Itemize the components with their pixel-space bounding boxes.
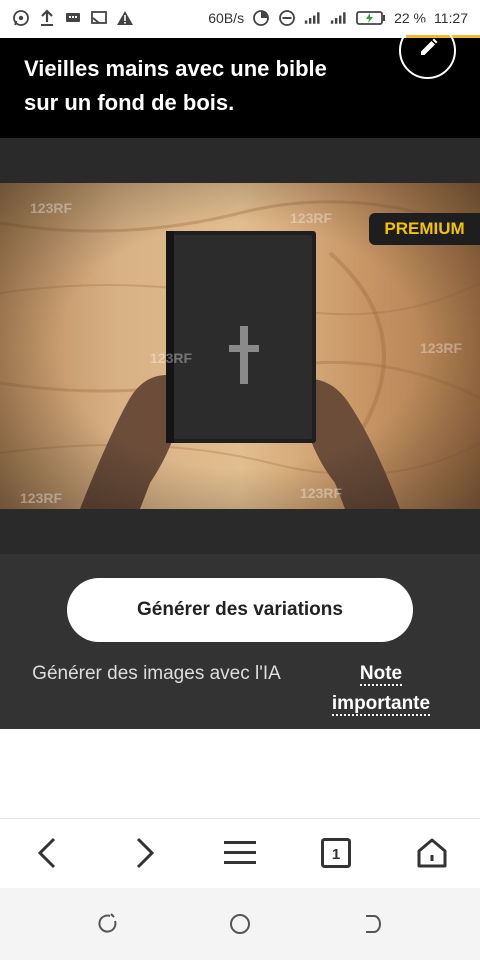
- tab-count: 1: [332, 846, 340, 863]
- important-note-label: Note importante: [331, 663, 431, 716]
- tabs-icon[interactable]: 1: [316, 833, 356, 873]
- cast-icon: [90, 9, 108, 27]
- whatsapp-icon: [12, 9, 30, 27]
- forward-icon[interactable]: [124, 833, 164, 873]
- generate-variations-button[interactable]: Générer des variations: [67, 578, 413, 642]
- recent-icon[interactable]: [94, 910, 122, 938]
- watermark: 123RF: [20, 490, 62, 506]
- home-circle-icon[interactable]: [226, 910, 254, 938]
- menu-icon[interactable]: [220, 833, 260, 873]
- message-icon: [64, 9, 82, 27]
- back-icon[interactable]: [358, 910, 386, 938]
- system-navigation: [0, 888, 480, 960]
- network-speed: 60B/s: [208, 10, 245, 26]
- warning-icon: [116, 9, 134, 27]
- watermark: 123RF: [290, 210, 332, 226]
- premium-badge: PREMIUM: [369, 213, 480, 245]
- watermark: 123RF: [420, 340, 462, 356]
- watermark: 123RF: [150, 350, 192, 366]
- dnd-icon: [278, 9, 296, 27]
- page-title: Vieilles mains avec une bible sur un fon…: [24, 56, 327, 115]
- browser-toolbar: 1: [0, 818, 480, 888]
- pencil-icon: [417, 37, 439, 64]
- important-note-link[interactable]: Note importante: [322, 659, 440, 719]
- edit-button[interactable]: [399, 22, 456, 79]
- watermark: 123RF: [300, 485, 342, 501]
- watermark: 123RF: [30, 200, 72, 216]
- signal-icon: [304, 9, 322, 27]
- signal-icon: [330, 9, 348, 27]
- generate-ai-link[interactable]: Générer des images avec l'IA: [30, 659, 283, 689]
- home-icon[interactable]: [412, 833, 452, 873]
- upload-icon: [38, 9, 56, 27]
- battery-icon: [356, 9, 386, 27]
- data-saver-icon: [252, 9, 270, 27]
- back-icon[interactable]: [28, 833, 68, 873]
